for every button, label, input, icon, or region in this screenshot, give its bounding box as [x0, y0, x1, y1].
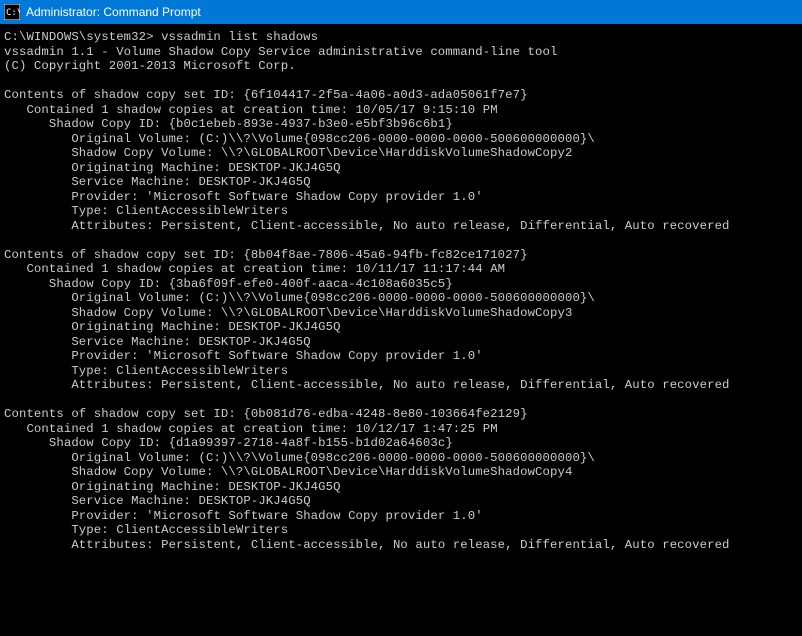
cmd-icon: C:\ — [4, 4, 20, 20]
svg-text:C:\: C:\ — [6, 8, 20, 18]
svc-mach-line: Service Machine: DESKTOP-JKJ4G5Q — [71, 175, 310, 189]
type-line: Type: ClientAccessibleWriters — [71, 523, 288, 537]
copy-vol-line: Shadow Copy Volume: \\?\GLOBALROOT\Devic… — [71, 306, 572, 320]
copy-vol-line: Shadow Copy Volume: \\?\GLOBALROOT\Devic… — [71, 465, 572, 479]
attrs-line: Attributes: Persistent, Client-accessibl… — [71, 219, 729, 233]
svc-mach-line: Service Machine: DESKTOP-JKJ4G5Q — [71, 494, 310, 508]
type-line: Type: ClientAccessibleWriters — [71, 364, 288, 378]
window-title: Administrator: Command Prompt — [26, 5, 201, 19]
copyright-line: (C) Copyright 2001-2013 Microsoft Corp. — [4, 59, 296, 73]
provider-line: Provider: 'Microsoft Software Shadow Cop… — [71, 349, 482, 363]
set-header: Contents of shadow copy set ID: {0b081d7… — [4, 407, 528, 421]
svc-mach-line: Service Machine: DESKTOP-JKJ4G5Q — [71, 335, 310, 349]
contained-line: Contained 1 shadow copies at creation ti… — [26, 262, 505, 276]
shadow-id-line: Shadow Copy ID: {d1a99397-2718-4a8f-b155… — [49, 436, 453, 450]
contained-line: Contained 1 shadow copies at creation ti… — [26, 422, 497, 436]
prompt-line: C:\WINDOWS\system32> vssadmin list shado… — [4, 30, 318, 44]
set-header: Contents of shadow copy set ID: {6f10441… — [4, 88, 528, 102]
contained-line: Contained 1 shadow copies at creation ti… — [26, 103, 497, 117]
shadow-id-line: Shadow Copy ID: {b0c1ebeb-893e-4937-b3e0… — [49, 117, 453, 131]
header-line: vssadmin 1.1 - Volume Shadow Copy Servic… — [4, 45, 557, 59]
window-titlebar[interactable]: C:\ Administrator: Command Prompt — [0, 0, 802, 24]
attrs-line: Attributes: Persistent, Client-accessibl… — [71, 378, 729, 392]
attrs-line: Attributes: Persistent, Client-accessibl… — [71, 538, 729, 552]
type-line: Type: ClientAccessibleWriters — [71, 204, 288, 218]
orig-mach-line: Originating Machine: DESKTOP-JKJ4G5Q — [71, 161, 340, 175]
provider-line: Provider: 'Microsoft Software Shadow Cop… — [71, 509, 482, 523]
set-header: Contents of shadow copy set ID: {8b04f8a… — [4, 248, 528, 262]
provider-line: Provider: 'Microsoft Software Shadow Cop… — [71, 190, 482, 204]
copy-vol-line: Shadow Copy Volume: \\?\GLOBALROOT\Devic… — [71, 146, 572, 160]
shadow-id-line: Shadow Copy ID: {3ba6f09f-efe0-400f-aaca… — [49, 277, 453, 291]
orig-vol-line: Original Volume: (C:)\\?\Volume{098cc206… — [71, 132, 595, 146]
orig-vol-line: Original Volume: (C:)\\?\Volume{098cc206… — [71, 291, 595, 305]
orig-vol-line: Original Volume: (C:)\\?\Volume{098cc206… — [71, 451, 595, 465]
terminal-output[interactable]: C:\WINDOWS\system32> vssadmin list shado… — [0, 24, 802, 636]
orig-mach-line: Originating Machine: DESKTOP-JKJ4G5Q — [71, 320, 340, 334]
orig-mach-line: Originating Machine: DESKTOP-JKJ4G5Q — [71, 480, 340, 494]
